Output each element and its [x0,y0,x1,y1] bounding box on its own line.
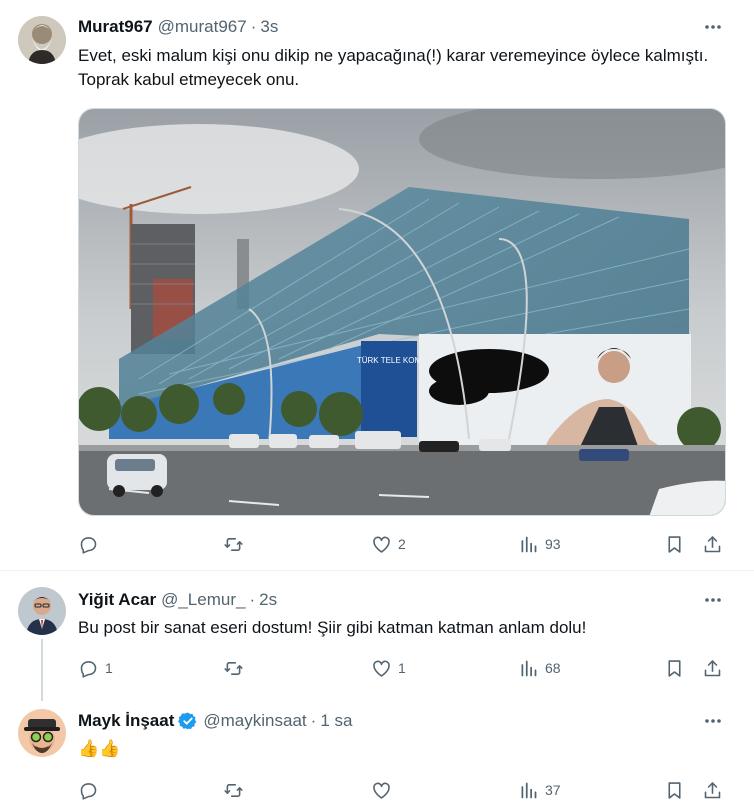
retweet-icon [224,661,243,675]
timestamp[interactable]: 3s [260,17,278,37]
reply-button[interactable]: 1 [78,656,113,680]
share-icon [704,659,721,676]
thread-line [41,639,43,701]
tweet-actions: 37 [78,778,728,802]
views-icon [521,660,537,676]
separator: · [310,711,317,730]
more-icon[interactable] [702,710,724,732]
share-button[interactable] [702,656,723,680]
like-count: 1 [398,660,406,676]
tweet-header: Mayk İnşaat @maykinsaat · 1 sa [78,710,352,732]
like-button[interactable]: 1 [371,656,406,680]
like-button[interactable] [371,778,398,802]
like-button[interactable]: 2 [371,532,406,556]
views-button[interactable]: 37 [518,778,561,802]
author-handle[interactable]: @_Lemur_ [161,590,245,610]
retweet-button[interactable] [223,532,250,556]
avatar-portrait-image [18,587,66,635]
avatar[interactable] [18,709,66,757]
avatar-cartoon-image [18,709,66,757]
views-button[interactable]: 68 [518,656,561,680]
views-icon [521,782,537,798]
avatar[interactable] [18,16,66,64]
author-name[interactable]: Murat967 [78,17,153,37]
tweet-mayk-insaat[interactable]: Mayk İnşaat @maykinsaat · 1 sa 👍👍 37 [0,697,754,811]
tweet-yigit-acar[interactable]: Yiğit Acar @_Lemur_ · 2s Bu post bir san… [0,571,754,701]
share-button[interactable] [702,778,723,802]
bookmark-button[interactable] [664,778,685,802]
avatar-portrait-image [18,16,66,64]
tweet-actions: 2 93 [78,532,728,556]
views-count: 37 [545,782,561,798]
timestamp[interactable]: 1 sa [320,711,352,731]
author-handle[interactable]: @murat967 [158,17,247,37]
timestamp[interactable]: 2s [259,590,277,610]
tweet-image[interactable]: TÜRK TELE KOM [78,108,726,516]
author-name[interactable]: Yiğit Acar [78,590,156,610]
more-icon[interactable] [702,16,724,38]
bookmark-button[interactable] [664,656,685,680]
reply-icon [80,536,97,554]
bookmark-icon [668,535,681,553]
bookmark-button[interactable] [664,532,685,556]
tweet-murat967[interactable]: Murat967 @murat967 · 3s Evet, eski malum… [0,0,754,570]
like-icon [373,782,390,799]
bookmark-icon [668,781,681,799]
more-icon[interactable] [702,589,724,611]
bookmark-icon [668,659,681,677]
author-name[interactable]: Mayk İnşaat [78,711,174,731]
tweet-text: Bu post bir sanat eseri dostum! Şiir gib… [78,618,587,637]
share-icon [704,781,721,798]
reply-button[interactable] [78,778,105,802]
separator: · [250,17,257,36]
like-count: 2 [398,536,406,552]
author-handle[interactable]: @maykinsaat [203,711,306,731]
views-button[interactable]: 93 [518,532,561,556]
tweet-text: 👍👍 [78,739,121,758]
building-photo: TÜRK TELE KOM [79,109,725,515]
like-icon [373,660,390,677]
views-icon [521,536,537,552]
views-count: 93 [545,536,561,552]
tweet-header: Yiğit Acar @_Lemur_ · 2s [78,589,277,611]
avatar[interactable] [18,587,66,635]
retweet-button[interactable] [223,656,250,680]
views-count: 68 [545,660,561,676]
separator: · [249,590,256,609]
tweet-header: Murat967 @murat967 · 3s [78,16,278,38]
share-button[interactable] [702,532,723,556]
tweet-text: Evet, eski malum kişi onu dikip ne yapac… [78,46,709,89]
billboard-text: TÜRK TELE KOM [357,356,422,365]
like-icon [373,536,390,553]
retweet-icon [224,537,243,551]
retweet-icon [224,783,243,797]
reply-button[interactable] [78,532,105,556]
tweet-actions: 1 1 68 [78,656,728,680]
retweet-button[interactable] [223,778,250,802]
reply-icon [80,660,97,678]
reply-icon [80,782,97,800]
verified-badge-icon [178,711,198,731]
share-icon [704,535,721,552]
reply-count: 1 [105,660,113,676]
